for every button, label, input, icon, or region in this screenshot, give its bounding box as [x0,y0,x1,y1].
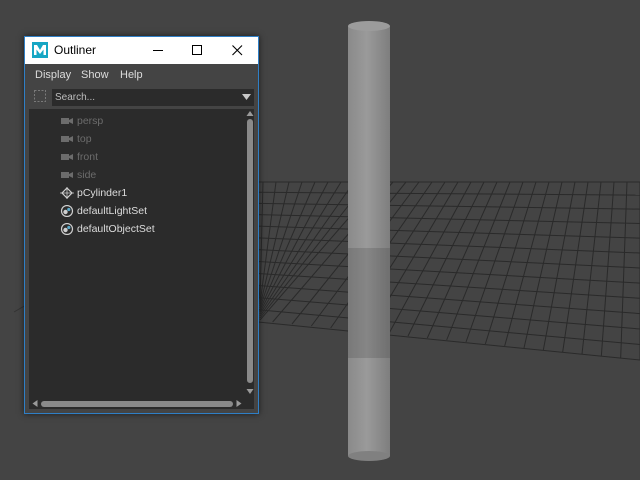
outliner-window[interactable]: Outliner Display Show Help persp [24,36,259,414]
maya-logo-icon [32,42,48,58]
tree-item-label: pCylinder1 [77,187,128,199]
close-icon [232,45,243,56]
tree-item-label: side [77,169,97,181]
close-button[interactable] [218,37,258,64]
minimize-button[interactable] [139,37,179,64]
camera-icon [61,136,73,142]
maximize-button[interactable] [178,37,218,64]
tree-item-label: top [77,133,92,145]
window-title: Outliner [54,43,97,57]
tree-item-label: defaultLightSet [77,205,148,217]
maximize-icon [192,45,202,55]
filter-icon[interactable] [33,89,47,103]
set-icon [60,223,74,235]
minimize-icon [153,50,163,51]
horizontal-scroll-thumb[interactable] [41,401,233,407]
search-input[interactable] [52,89,235,106]
vertical-scrollbar[interactable] [246,109,254,397]
tree-item-persp[interactable]: persp [29,112,244,130]
tree-item-top[interactable]: top [29,130,244,148]
horizontal-scrollbar[interactable] [29,399,245,408]
menu-bar: Display Show Help [29,65,254,85]
camera-icon [61,172,73,178]
camera-icon [61,118,73,124]
tree-item-pcylinder1[interactable]: pCylinder1 [29,184,244,202]
set-icon [60,205,74,217]
outliner-body: Display Show Help persp top front [29,65,254,410]
tree-item-defaultobjectset[interactable]: defaultObjectSet [29,220,244,238]
menu-help[interactable]: Help [120,69,143,81]
cylinder-object[interactable] [348,21,390,461]
scroll-right-arrow-icon[interactable] [235,399,243,408]
scroll-up-arrow-icon[interactable] [246,109,254,118]
vertical-scroll-thumb[interactable] [247,119,253,383]
tree-item-side[interactable]: side [29,166,244,184]
chevron-down-icon[interactable] [242,94,251,100]
tree-item-label: defaultObjectSet [77,223,155,235]
tree-item-defaultlightset[interactable]: defaultLightSet [29,202,244,220]
menu-display[interactable]: Display [35,69,71,81]
camera-icon [61,154,73,160]
tree-item-front[interactable]: front [29,148,244,166]
menu-show[interactable]: Show [81,69,109,81]
ground-grid [249,181,640,361]
title-bar[interactable]: Outliner [25,37,258,64]
scroll-left-arrow-icon[interactable] [31,399,39,408]
tree-item-label: front [77,151,99,163]
outliner-tree[interactable]: persp top front side pCylinder1 defaultL… [29,109,254,409]
tree-item-label: persp [77,115,104,127]
scroll-down-arrow-icon[interactable] [246,387,254,396]
search-box [52,89,254,106]
transform-icon [60,187,74,199]
